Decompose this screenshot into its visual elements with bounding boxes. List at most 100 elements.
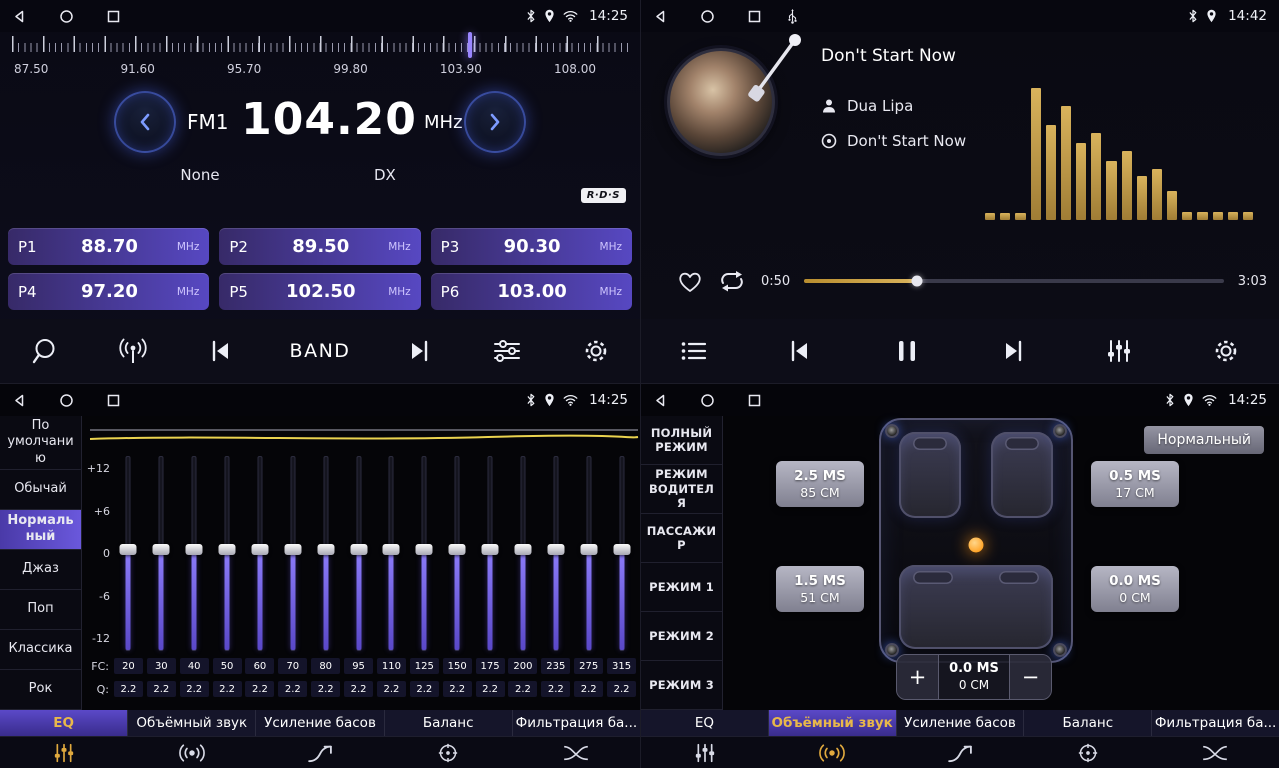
- soundfield-mode[interactable]: ПАССАЖИР: [641, 514, 722, 563]
- radio-preset-p3[interactable]: P390.30MHz: [431, 228, 632, 265]
- next-track-button[interactable]: [993, 339, 1033, 363]
- eq-band-slider[interactable]: [342, 456, 375, 651]
- slider-knob[interactable]: [547, 544, 564, 555]
- audio-tab-eq[interactable]: EQ: [0, 710, 128, 736]
- slider-knob[interactable]: [383, 544, 400, 555]
- eq-preset-item[interactable]: Нормальный: [0, 510, 81, 550]
- eq-band-slider[interactable]: [211, 456, 244, 651]
- eq-band-slider[interactable]: [408, 456, 441, 651]
- eq-band-slider[interactable]: [178, 456, 211, 651]
- speaker-delay-front-right[interactable]: 0.5 MS17 CM: [1091, 461, 1179, 507]
- soundfield-mode[interactable]: РЕЖИМ 2: [641, 612, 722, 661]
- slider-knob[interactable]: [153, 544, 170, 555]
- slider-knob[interactable]: [251, 544, 268, 555]
- frequency-scale[interactable]: [12, 36, 628, 58]
- audio-tab-bass[interactable]: Усиление басов: [256, 710, 384, 736]
- eq-tab-icon[interactable]: [0, 737, 128, 768]
- eq-preset-item[interactable]: По умолчанию: [0, 416, 81, 470]
- delay-decrease-button[interactable]: −: [1009, 655, 1051, 699]
- audio-tab-filter[interactable]: Фильтрация ба...: [513, 710, 640, 736]
- slider-knob[interactable]: [350, 544, 367, 555]
- eq-preset-item[interactable]: Обычай: [0, 470, 81, 510]
- equalizer-button[interactable]: [487, 339, 527, 363]
- radio-preset-p2[interactable]: P289.50MHz: [219, 228, 420, 265]
- settings-button[interactable]: [1206, 337, 1246, 365]
- eq-band-slider[interactable]: [112, 456, 145, 651]
- recents-button[interactable]: [747, 393, 762, 408]
- slider-knob[interactable]: [416, 544, 433, 555]
- soundfield-mode[interactable]: ПОЛНЫЙ РЕЖИМ: [641, 416, 722, 465]
- eq-band-slider[interactable]: [309, 456, 342, 651]
- previous-track-button[interactable]: [780, 339, 820, 363]
- equalizer-button[interactable]: [1099, 339, 1139, 363]
- slider-knob[interactable]: [580, 544, 597, 555]
- eq-preset-item[interactable]: Джаз: [0, 550, 81, 590]
- slider-knob[interactable]: [284, 544, 301, 555]
- eq-band-slider[interactable]: [605, 456, 638, 651]
- previous-station-button[interactable]: [201, 339, 241, 363]
- eq-band-slider[interactable]: [441, 456, 474, 651]
- tune-up-button[interactable]: [464, 91, 526, 153]
- playlist-button[interactable]: [674, 339, 714, 363]
- eq-band-slider[interactable]: [375, 456, 408, 651]
- speaker-delay-rear-right[interactable]: 0.0 MS0 CM: [1091, 566, 1179, 612]
- progress-bar[interactable]: [804, 279, 1224, 283]
- soundfield-mode[interactable]: РЕЖИМ 3: [641, 661, 722, 710]
- audio-tab-surround[interactable]: Объёмный звук: [769, 710, 897, 736]
- filter-tab-icon[interactable]: [512, 737, 640, 768]
- eq-preset-item[interactable]: Поп: [0, 590, 81, 630]
- home-button[interactable]: [700, 393, 715, 408]
- recents-button[interactable]: [106, 393, 121, 408]
- audio-tab-eq[interactable]: EQ: [641, 710, 769, 736]
- radio-preset-p6[interactable]: P6103.00MHz: [431, 273, 632, 310]
- eq-band-slider[interactable]: [572, 456, 605, 651]
- audio-tab-filter[interactable]: Фильтрация ба...: [1152, 710, 1279, 736]
- back-button[interactable]: [12, 393, 27, 408]
- speaker-delay-front-left[interactable]: 2.5 MS85 CM: [776, 461, 864, 507]
- back-button[interactable]: [653, 393, 668, 408]
- slider-knob[interactable]: [219, 544, 236, 555]
- settings-button[interactable]: [576, 337, 616, 365]
- home-button[interactable]: [59, 393, 74, 408]
- eq-band-slider[interactable]: [145, 456, 178, 651]
- eq-band-slider[interactable]: [539, 456, 572, 651]
- slider-knob[interactable]: [186, 544, 203, 555]
- radio-preset-p4[interactable]: P497.20MHz: [8, 273, 209, 310]
- band-button[interactable]: BAND: [290, 340, 351, 362]
- balance-tab-icon[interactable]: [384, 737, 512, 768]
- slider-knob[interactable]: [449, 544, 466, 555]
- audio-tab-balance[interactable]: Баланс: [385, 710, 513, 736]
- eq-tab-icon[interactable]: [641, 737, 769, 768]
- soundfield-mode[interactable]: РЕЖИМ ВОДИТЕЛЯ: [641, 465, 722, 514]
- audio-tab-bass[interactable]: Усиление басов: [897, 710, 1025, 736]
- progress-knob[interactable]: [912, 276, 923, 287]
- recents-button[interactable]: [106, 9, 121, 24]
- back-button[interactable]: [653, 9, 668, 24]
- slider-knob[interactable]: [613, 544, 630, 555]
- soundfield-preset-button[interactable]: Нормальный: [1144, 426, 1264, 454]
- eq-band-slider[interactable]: [244, 456, 277, 651]
- slider-knob[interactable]: [514, 544, 531, 555]
- eq-band-slider[interactable]: [474, 456, 507, 651]
- scan-button[interactable]: [24, 336, 64, 366]
- listening-position-dot[interactable]: [969, 538, 984, 553]
- balance-tab-icon[interactable]: [1024, 737, 1152, 768]
- surround-tab-icon[interactable]: [128, 737, 256, 768]
- slider-knob[interactable]: [317, 544, 334, 555]
- radio-preset-p5[interactable]: P5102.50MHz: [219, 273, 420, 310]
- bass-tab-icon[interactable]: [256, 737, 384, 768]
- eq-band-slider[interactable]: [276, 456, 309, 651]
- speaker-delay-rear-left[interactable]: 1.5 MS51 CM: [776, 566, 864, 612]
- repeat-button[interactable]: [717, 270, 747, 292]
- home-button[interactable]: [700, 9, 715, 24]
- home-button[interactable]: [59, 9, 74, 24]
- tune-down-button[interactable]: [114, 91, 176, 153]
- back-button[interactable]: [12, 9, 27, 24]
- eq-preset-item[interactable]: Классика: [0, 630, 81, 670]
- slider-knob[interactable]: [482, 544, 499, 555]
- eq-band-slider[interactable]: [507, 456, 540, 651]
- eq-preset-item[interactable]: Рок: [0, 670, 81, 710]
- next-station-button[interactable]: [399, 339, 439, 363]
- audio-tab-surround[interactable]: Объёмный звук: [128, 710, 256, 736]
- soundfield-mode[interactable]: РЕЖИМ 1: [641, 563, 722, 612]
